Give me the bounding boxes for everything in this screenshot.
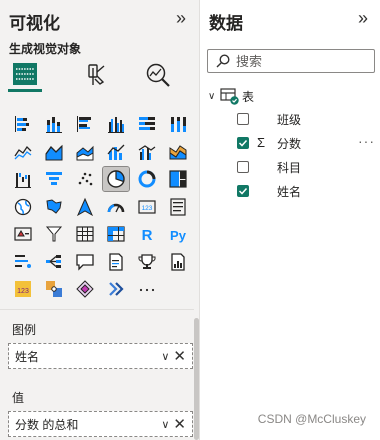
field-checkbox[interactable] bbox=[237, 113, 249, 125]
gauge-icon[interactable] bbox=[103, 195, 129, 219]
donut-chart-icon[interactable] bbox=[134, 167, 160, 191]
remove-field-icon[interactable]: ✕ bbox=[173, 349, 186, 364]
paintbrush-icon bbox=[88, 64, 105, 85]
100-stacked-column-chart-icon[interactable] bbox=[165, 112, 191, 136]
stacked-area-chart-icon[interactable] bbox=[72, 140, 98, 164]
table-icon bbox=[220, 88, 239, 105]
field-label: 科目 bbox=[277, 160, 302, 175]
scatter-chart-icon[interactable] bbox=[72, 167, 98, 191]
chevron-down-icon[interactable]: ∨ bbox=[161, 418, 169, 431]
clustered-column-chart-icon[interactable] bbox=[103, 112, 129, 136]
stacked-column-chart-icon[interactable] bbox=[41, 112, 67, 136]
svg-text:123: 123 bbox=[17, 288, 29, 295]
svg-text:123: 123 bbox=[142, 205, 153, 212]
treemap-icon[interactable] bbox=[165, 167, 191, 191]
field-label: 分数 bbox=[277, 136, 302, 151]
more-options-ellipsis-icon[interactable] bbox=[134, 277, 160, 301]
search-icon bbox=[216, 54, 230, 68]
field-item[interactable]: 姓名 bbox=[237, 180, 377, 202]
get-more-visuals-icon[interactable] bbox=[103, 277, 129, 301]
pane-scrollbar[interactable] bbox=[194, 318, 199, 440]
line-and-stacked-column-chart-icon[interactable] bbox=[103, 140, 129, 164]
area-chart-icon[interactable] bbox=[41, 140, 67, 164]
chevron-down-icon[interactable]: ∨ bbox=[161, 350, 169, 363]
field-item[interactable]: 科目 bbox=[237, 156, 377, 178]
field-item[interactable]: Σ 分数 ··· bbox=[237, 132, 377, 154]
values-field-name: 分数 的总和 bbox=[15, 417, 79, 432]
decomposition-tree-icon[interactable] bbox=[41, 250, 67, 274]
build-visual-tab[interactable] bbox=[8, 58, 42, 92]
matrix-icon[interactable] bbox=[103, 222, 129, 246]
arcgis-map-icon[interactable] bbox=[72, 277, 98, 301]
waterfall-chart-icon[interactable] bbox=[10, 167, 36, 191]
multi-row-card-icon[interactable] bbox=[165, 195, 191, 219]
paginated-report-icon[interactable] bbox=[165, 250, 191, 274]
legend-well-label: 图例 bbox=[12, 323, 37, 337]
r-visual-icon[interactable]: R bbox=[134, 222, 160, 246]
card-icon[interactable]: 123 bbox=[134, 195, 160, 219]
data-pane-title: 数据 bbox=[209, 14, 243, 33]
watermark: CSDN @McCluskey bbox=[257, 412, 366, 426]
python-visual-icon[interactable]: Py bbox=[165, 222, 191, 246]
collapse-visualizations-icon[interactable]: » bbox=[176, 8, 186, 29]
remove-field-icon[interactable]: ✕ bbox=[173, 417, 186, 432]
visualizations-pane: 可视化 » 生成视觉对象 123 R Py 123 图例 姓名 ∨ ✕ 值 分数… bbox=[0, 0, 200, 440]
smart-narrative-icon[interactable] bbox=[103, 250, 129, 274]
field-label: 班级 bbox=[277, 112, 302, 127]
map-icon[interactable] bbox=[10, 195, 36, 219]
chevron-down-icon[interactable]: ∨ bbox=[208, 91, 220, 102]
svg-text:Py: Py bbox=[170, 228, 187, 243]
search-box[interactable] bbox=[207, 49, 375, 73]
analytics-tab[interactable] bbox=[141, 58, 175, 92]
ribbon-chart-icon[interactable] bbox=[165, 140, 191, 164]
field-checkbox[interactable] bbox=[237, 161, 249, 173]
power-automate-icon[interactable] bbox=[41, 277, 67, 301]
data-pane: 数据 ∨ 表 班级 Σ 分数 ··· 科目姓名 » bbox=[201, 0, 380, 440]
azure-map-icon[interactable] bbox=[72, 195, 98, 219]
slicer-icon[interactable] bbox=[41, 222, 67, 246]
line-chart-icon[interactable] bbox=[10, 140, 36, 164]
values-field-well[interactable]: 分数 的总和 ∨ ✕ bbox=[8, 411, 193, 437]
search-input[interactable] bbox=[236, 53, 356, 69]
collapse-data-pane-icon[interactable]: » bbox=[358, 8, 368, 29]
sum-sigma-icon: Σ bbox=[257, 135, 266, 150]
power-apps-icon[interactable]: 123 bbox=[10, 277, 36, 301]
field-item[interactable]: 班级 bbox=[237, 108, 377, 130]
stacked-bar-chart-icon[interactable] bbox=[10, 112, 36, 136]
qna-icon[interactable] bbox=[72, 250, 98, 274]
metrics-icon[interactable] bbox=[134, 250, 160, 274]
pane-divider bbox=[0, 309, 194, 310]
build-visual-label: 生成视觉对象 bbox=[9, 42, 82, 56]
values-well-label: 值 bbox=[12, 391, 25, 405]
analytics-magnifier-icon bbox=[146, 63, 170, 87]
funnel-chart-icon[interactable] bbox=[41, 167, 67, 191]
filled-map-icon[interactable] bbox=[41, 195, 67, 219]
visual-types-grid: 123 R Py 123 bbox=[10, 112, 192, 305]
svg-text:R: R bbox=[142, 227, 153, 244]
table-name: 表 bbox=[242, 89, 255, 104]
clustered-bar-chart-icon[interactable] bbox=[72, 112, 98, 136]
key-influencers-icon[interactable] bbox=[10, 250, 36, 274]
field-checkbox[interactable] bbox=[237, 185, 249, 197]
build-visual-icon bbox=[13, 62, 37, 85]
pie-chart-icon[interactable] bbox=[102, 166, 130, 192]
field-label: 姓名 bbox=[277, 184, 302, 199]
field-checkbox[interactable] bbox=[237, 137, 249, 149]
line-and-clustered-column-chart-icon[interactable] bbox=[134, 140, 160, 164]
visualizations-title: 可视化 bbox=[9, 14, 60, 33]
more-options-icon[interactable]: ··· bbox=[358, 133, 375, 149]
format-visual-tab[interactable] bbox=[78, 58, 112, 92]
table-node[interactable]: ∨ 表 bbox=[208, 87, 254, 105]
legend-field-name: 姓名 bbox=[15, 349, 40, 364]
kpi-icon[interactable] bbox=[10, 222, 36, 246]
table-icon[interactable] bbox=[72, 222, 98, 246]
100-stacked-bar-chart-icon[interactable] bbox=[134, 112, 160, 136]
legend-field-well[interactable]: 姓名 ∨ ✕ bbox=[8, 343, 193, 369]
